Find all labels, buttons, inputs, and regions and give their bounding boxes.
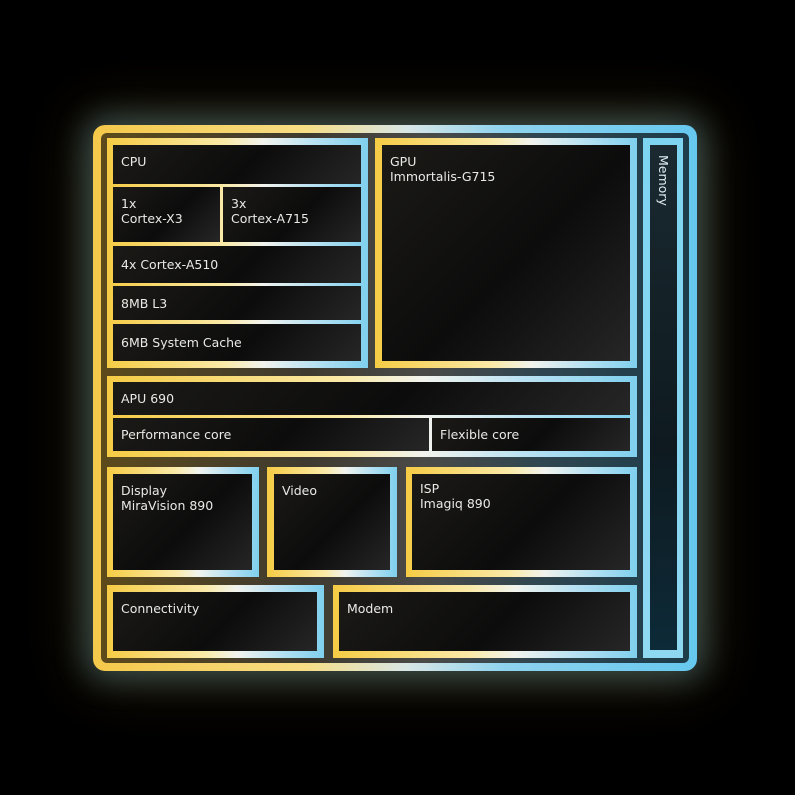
gpu-block: GPU Immortalis-G715: [382, 145, 630, 361]
video-block: Video: [274, 474, 390, 570]
cpu-block: CPU: [113, 145, 361, 184]
prime-core-name: Cortex-X3: [121, 211, 183, 226]
display-block: Display MiraVision 890: [113, 474, 252, 570]
flexible-core-label: Flexible core: [440, 427, 520, 442]
apu-block: APU 690: [113, 382, 630, 415]
performance-core-label: Performance core: [121, 427, 232, 442]
l3-cache-label: 8MB L3: [121, 295, 168, 311]
connectivity-block: Connectivity: [113, 592, 317, 651]
system-cache-block: 6MB System Cache: [113, 324, 361, 361]
modem-block: Modem: [339, 592, 630, 651]
perf-cores-block: 3x Cortex-A715: [223, 187, 361, 242]
prime-core-count: 1x: [121, 196, 137, 211]
isp-label: ISP: [420, 481, 440, 496]
video-label: Video: [282, 483, 318, 498]
perf-cores-name: Cortex-A715: [231, 211, 309, 226]
isp-name: Imagiq 890: [420, 496, 491, 511]
memory-block: [650, 145, 677, 650]
performance-core-block: Performance core: [113, 418, 429, 451]
gpu-name: Immortalis-G715: [390, 169, 496, 184]
display-label: Display: [121, 483, 168, 498]
perf-cores-count: 3x: [231, 196, 247, 211]
connectivity-label: Connectivity: [121, 601, 200, 616]
isp-block: ISP Imagiq 890: [412, 474, 630, 570]
efficiency-cores-block: 4x Cortex-A510: [113, 246, 361, 283]
prime-core-block: 1x Cortex-X3: [113, 187, 220, 242]
flexible-core-block: Flexible core: [432, 418, 630, 451]
system-cache-label: 6MB System Cache: [121, 335, 242, 350]
modem-label: Modem: [347, 601, 394, 616]
gpu-label: GPU: [390, 154, 417, 169]
display-name: MiraVision 890: [121, 498, 214, 513]
apu-label: APU 690: [121, 391, 175, 406]
efficiency-cores-label: 4x Cortex-A510: [121, 257, 219, 272]
cpu-label: CPU: [121, 154, 147, 169]
l3-cache-block: 8MB L3: [113, 286, 361, 320]
memory-label: Memory: [656, 155, 671, 206]
